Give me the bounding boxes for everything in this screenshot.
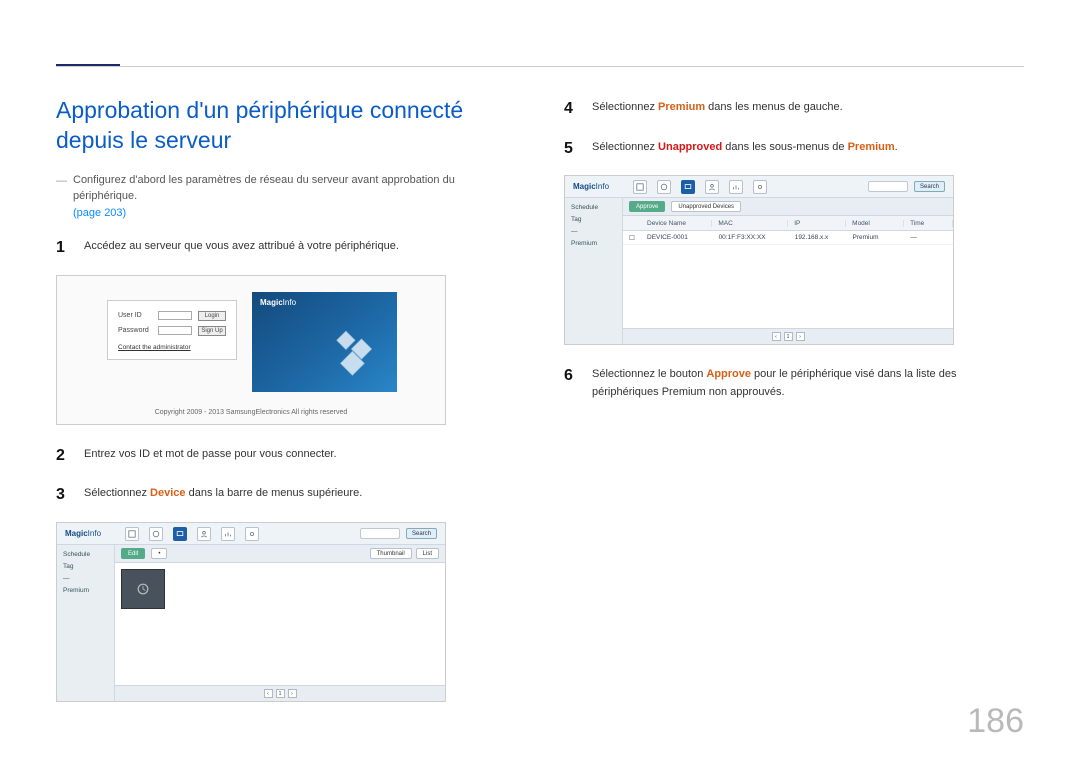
nav-stat-icon	[221, 527, 235, 541]
search-button: Search	[406, 528, 437, 539]
step-number: 1	[56, 235, 70, 261]
password-label: Password	[118, 327, 152, 334]
login-form: User ID Login Password Sign Up Contact t…	[107, 300, 237, 360]
dash-icon: ―	[56, 172, 67, 222]
app-main: Approve Unapproved Devices Device Name M…	[623, 198, 953, 344]
right-column: 4 Sélectionnez Premium dans les menus de…	[564, 96, 1024, 720]
page-next-icon: ›	[796, 332, 805, 341]
left-column: Approbation d'un périphérique connecté d…	[56, 96, 516, 720]
nav-device-icon	[681, 180, 695, 194]
sidebar-item: Tag	[63, 563, 108, 570]
screenshot-login: User ID Login Password Sign Up Contact t…	[56, 275, 446, 425]
search-input	[360, 528, 400, 539]
page-link[interactable]: (page 203)	[73, 207, 126, 219]
page-next-icon: ›	[288, 689, 297, 698]
step-text: Sélectionnez Unapproved dans les sous-me…	[592, 136, 898, 162]
page-number-btn: 1	[784, 332, 793, 341]
step-5: 5 Sélectionnez Unapproved dans les sous-…	[564, 136, 1024, 162]
view-thumbnail-button: Thumbnail	[370, 548, 412, 559]
sidebar-item: Schedule	[63, 551, 108, 558]
brand-logo: MagicInfo	[260, 298, 296, 307]
step-1: 1 Accédez au serveur que vous avez attri…	[56, 235, 516, 261]
accent-device: Device	[150, 487, 185, 499]
device-thumbnail	[121, 569, 165, 609]
app-nav	[633, 180, 767, 194]
search-input	[868, 181, 908, 192]
nav-schedule-icon	[657, 180, 671, 194]
copyright-text: Copyright 2009 - 2013 SamsungElectronics…	[57, 409, 445, 416]
step-text: Sélectionnez le bouton Approve pour le p…	[592, 363, 1024, 401]
app-logo: MagicInfo	[573, 182, 609, 191]
page-prev-icon: ‹	[264, 689, 273, 698]
screenshot-premium-unapproved: MagicInfo Search	[564, 175, 954, 345]
app-toolbar: Approve Unapproved Devices	[623, 198, 953, 216]
app-topbar: MagicInfo Search	[57, 523, 445, 545]
step-number: 4	[564, 96, 578, 122]
password-input	[158, 326, 192, 335]
toolbar-button: •	[151, 548, 167, 559]
view-list-button: List	[416, 548, 439, 559]
page-number: 186	[967, 702, 1024, 741]
page-prev-icon: ‹	[772, 332, 781, 341]
intro-text: Configurez d'abord les paramètres de rés…	[73, 174, 455, 203]
app-sidebar: Schedule Tag — Premium	[57, 545, 115, 701]
nav-stat-icon	[729, 180, 743, 194]
step-6: 6 Sélectionnez le bouton Approve pour le…	[564, 363, 1024, 401]
step-3: 3 Sélectionnez Device dans la barre de m…	[56, 482, 516, 508]
step-text: Accédez au serveur que vous avez attribu…	[84, 235, 399, 261]
approve-button: Approve	[629, 201, 665, 212]
contact-admin-link: Contact the administrator	[118, 344, 226, 351]
paginator: ‹ 1 ›	[115, 685, 445, 701]
sidebar-item: —	[63, 575, 108, 582]
app-sidebar: Schedule Tag — Premium	[565, 198, 623, 344]
nav-device-icon	[173, 527, 187, 541]
app-toolbar: Edit • Thumbnail List	[115, 545, 445, 563]
unapproved-label: Unapproved Devices	[671, 201, 741, 212]
intro-note: ― Configurez d'abord les paramètres de r…	[56, 172, 516, 222]
step-text: Sélectionnez Device dans la barre de men…	[84, 482, 362, 508]
step-number: 2	[56, 443, 70, 469]
search-button: Search	[914, 181, 945, 192]
header-rule	[56, 66, 1024, 67]
nav-user-icon	[197, 527, 211, 541]
sidebar-item: Tag	[571, 216, 616, 223]
nav-setting-icon	[753, 180, 767, 194]
edit-button: Edit	[121, 548, 145, 559]
accent-premium: Premium	[658, 101, 705, 113]
userid-label: User ID	[118, 312, 152, 319]
table-header: Device Name MAC IP Model Time	[623, 216, 953, 231]
userid-input	[158, 311, 192, 320]
app-main: Edit • Thumbnail List ‹ 1	[115, 545, 445, 701]
paginator: ‹ 1 ›	[623, 328, 953, 344]
step-number: 6	[564, 363, 578, 401]
nav-content-icon	[633, 180, 647, 194]
login-button: Login	[198, 311, 226, 321]
signup-button: Sign Up	[198, 326, 226, 336]
step-text: Entrez vos ID et mot de passe pour vous …	[84, 443, 337, 469]
nav-schedule-icon	[149, 527, 163, 541]
app-nav	[125, 527, 259, 541]
step-text: Sélectionnez Premium dans les menus de g…	[592, 96, 843, 122]
accent-unapproved: Unapproved	[658, 141, 722, 153]
sidebar-item: Premium	[571, 240, 616, 247]
nav-setting-icon	[245, 527, 259, 541]
screenshot-device-list: MagicInfo Search	[56, 522, 446, 702]
page-number-btn: 1	[276, 689, 285, 698]
sidebar-item: Schedule	[571, 204, 616, 211]
cube-graphic-icon	[329, 326, 381, 378]
accent-approve: Approve	[706, 368, 751, 380]
page-title: Approbation d'un périphérique connecté d…	[56, 96, 516, 156]
step-number: 3	[56, 482, 70, 508]
sidebar-item: Premium	[63, 587, 108, 594]
step-number: 5	[564, 136, 578, 162]
step-4: 4 Sélectionnez Premium dans les menus de…	[564, 96, 1024, 122]
sidebar-item: —	[571, 228, 616, 235]
login-brand-panel: MagicInfo	[252, 292, 397, 392]
app-logo: MagicInfo	[65, 529, 101, 538]
step-2: 2 Entrez vos ID et mot de passe pour vou…	[56, 443, 516, 469]
nav-content-icon	[125, 527, 139, 541]
table-row: ☐ DEVICE-0001 00:1F:F3:XX:XX 192.168.x.x…	[623, 231, 953, 245]
app-topbar: MagicInfo Search	[565, 176, 953, 198]
nav-user-icon	[705, 180, 719, 194]
